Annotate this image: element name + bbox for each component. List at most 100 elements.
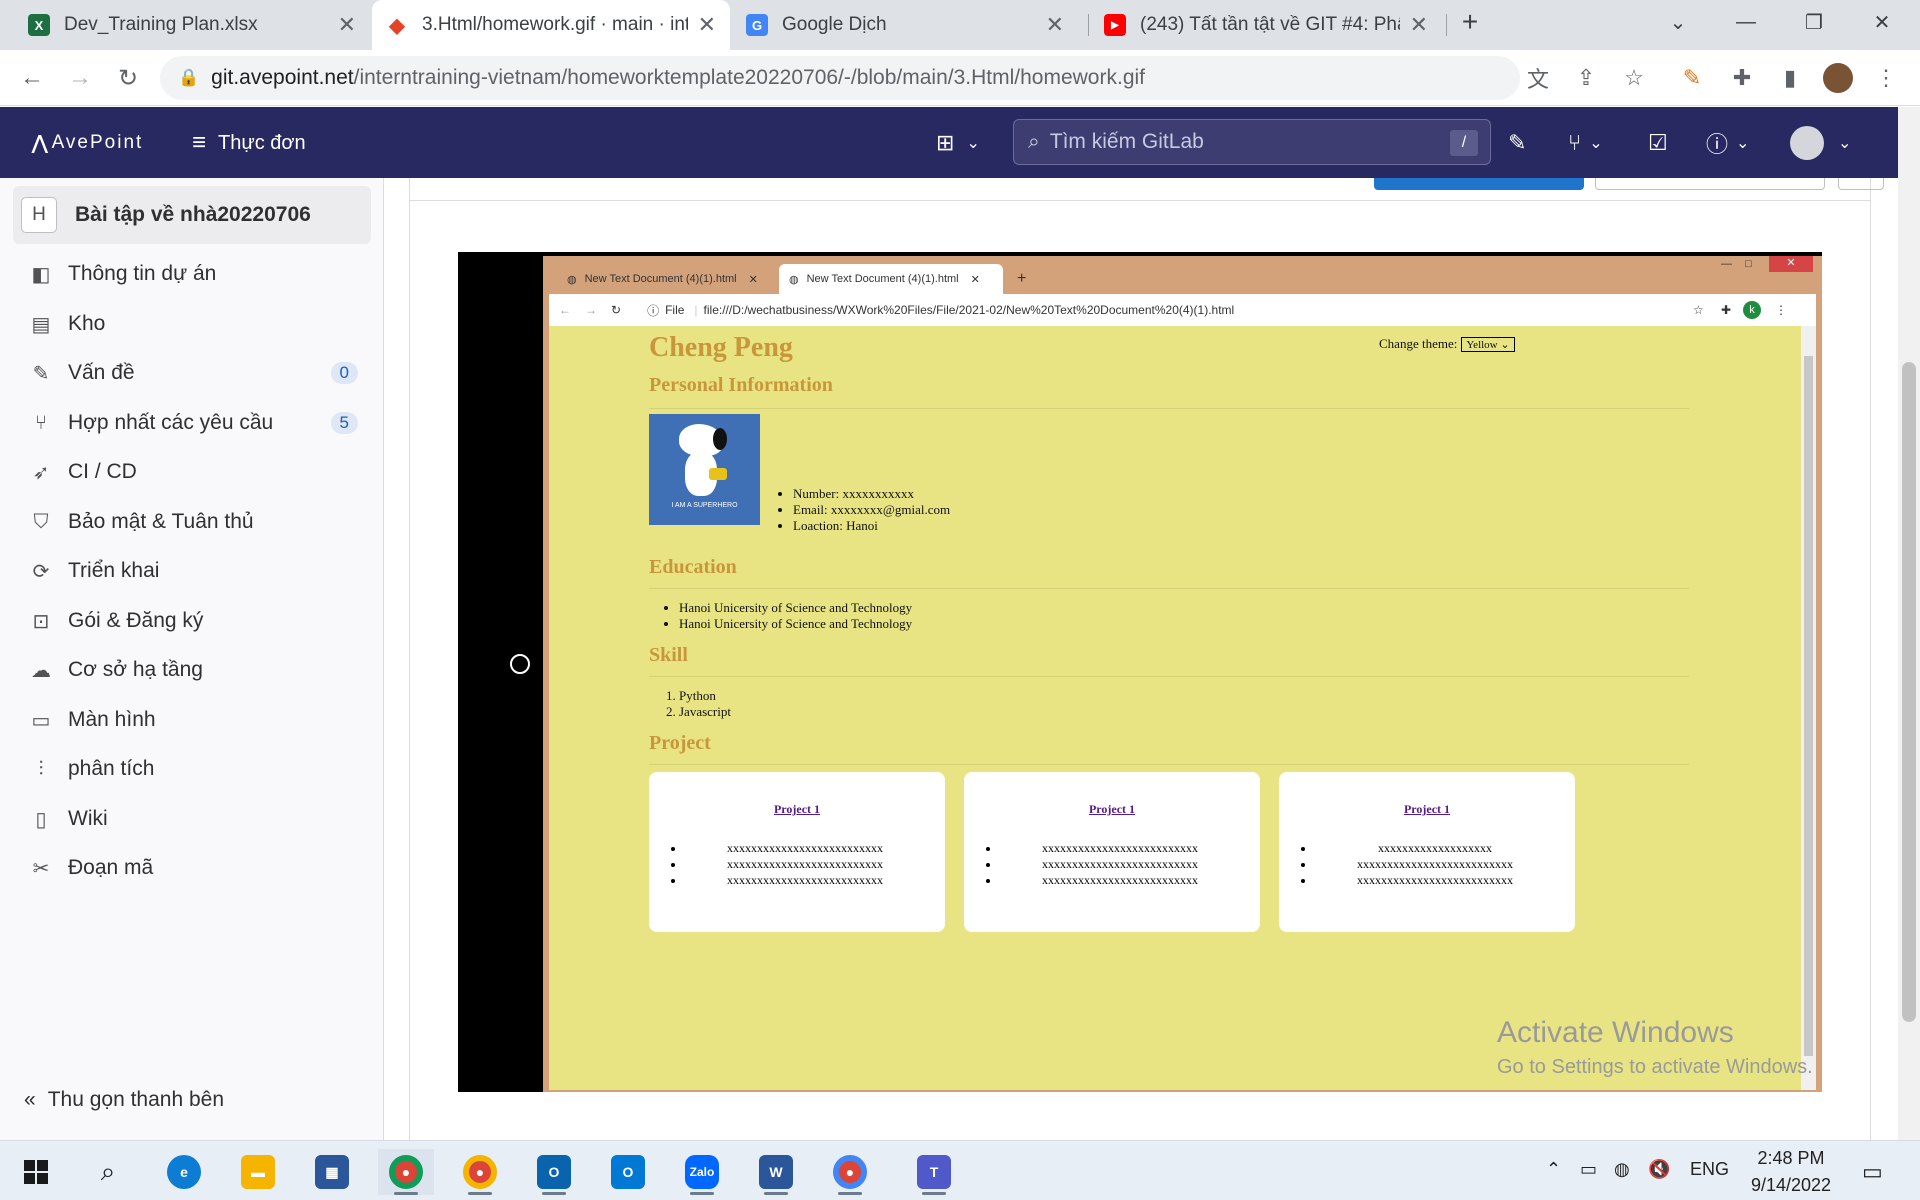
clock[interactable]: 2:48 PM 9/14/2022 [1736, 1145, 1846, 1199]
monitor-icon: ▭ [31, 709, 51, 732]
search-placeholder: Tìm kiếm GitLab [1049, 130, 1204, 153]
chrome-profile-icon[interactable]: ● [452, 1149, 508, 1195]
language-indicator[interactable]: ENG [1690, 1159, 1729, 1180]
merge-request-icon: ⑂ [35, 411, 47, 434]
browser-tab-strip: X Dev_Training Plan.xlsx ✕ ◆ 3.Html/home… [0, 0, 1920, 50]
network-icon[interactable]: ◍ [1614, 1159, 1630, 1180]
battery-icon[interactable]: ▭ [1580, 1159, 1597, 1180]
sidebar-item-repository[interactable]: ▤ Kho [28, 302, 358, 346]
close-icon[interactable]: ✕ [698, 12, 716, 38]
gif-file-label: File [665, 303, 685, 317]
window-close-button[interactable]: ✕ [1848, 0, 1916, 44]
store-icon[interactable]: ▦ [304, 1149, 360, 1195]
contact-email: Email: xxxxxxxx@gmial.com [793, 502, 950, 518]
translate-icon[interactable]: 文 [1522, 62, 1554, 94]
forward-icon[interactable]: → [62, 60, 98, 96]
sidebar-item-infrastructure[interactable]: ☁ Cơ sở hạ tầng [28, 648, 358, 692]
search-input[interactable]: ⌕ Tìm kiếm GitLab / [1013, 119, 1491, 165]
google-translate-icon: G [746, 14, 768, 36]
star-icon[interactable]: ☆ [1618, 62, 1650, 94]
project-item: xxxxxxxxxxxxxxxxxxxxxxxxxx [1315, 872, 1555, 888]
education-heading: Education [649, 556, 737, 578]
tab-google-translate[interactable]: G Google Dịch ✕ [732, 0, 1078, 50]
close-icon[interactable]: ✕ [338, 12, 356, 38]
edge-icon[interactable]: e [156, 1149, 212, 1195]
youtube-icon: ▶ [1104, 14, 1126, 36]
user-avatar[interactable]: ⌄ [1790, 126, 1851, 160]
volume-muted-icon[interactable]: 🔇 [1648, 1159, 1670, 1180]
teams-icon[interactable]: T [906, 1149, 962, 1195]
back-icon[interactable]: ← [14, 60, 50, 96]
extensions-icon[interactable]: ✚ [1726, 62, 1758, 94]
tab-search-icon[interactable]: ⌄ [1644, 0, 1712, 44]
project-title-link: Project 1 [773, 802, 821, 816]
pen-extension-icon[interactable]: ✎ [1676, 62, 1708, 94]
close-icon[interactable]: ✕ [1046, 12, 1064, 38]
homework-gif-image: ◍ New Text Document (4)(1).html ✕ ◍ New Tex… [458, 252, 1822, 1092]
side-panel-icon[interactable]: ▮ [1774, 62, 1806, 94]
url-path: /interntraining-vietnam/homeworktemplate… [353, 66, 1145, 89]
restore-button[interactable]: ❐ [1780, 0, 1848, 44]
chevron-up-icon[interactable]: ⌃ [1546, 1159, 1561, 1180]
sidebar-item-project-info[interactable]: ◧ Thông tin dự án [28, 252, 358, 296]
outlook-icon[interactable]: O [600, 1149, 656, 1195]
create-new-icon[interactable]: ⊞ ⌄ [936, 127, 980, 159]
more-actions-button[interactable] [1838, 178, 1884, 190]
sidebar-item-security[interactable]: ⛉ Bảo mật & Tuân thủ [28, 500, 358, 544]
page-scrollbar[interactable] [1898, 107, 1920, 1140]
avepoint-logo[interactable]: ⋀ AvePoint [32, 127, 143, 159]
zalo-icon[interactable]: Zalo [674, 1149, 730, 1195]
file-explorer-icon[interactable]: ▬ [230, 1149, 286, 1195]
menu-button[interactable]: ≡ Thực đơn [192, 127, 306, 159]
sidebar-item-ci-cd[interactable]: ➶ CI / CD [28, 450, 358, 494]
chrome-icon[interactable]: ● [822, 1149, 878, 1195]
collapse-sidebar-button[interactable]: « Thu gọn thanh bên [24, 1088, 224, 1112]
package-icon: ⊡ [32, 610, 50, 633]
chrome-menu-icon[interactable]: ⋮ [1870, 62, 1902, 94]
open-in-editor-button[interactable] [1374, 178, 1584, 190]
url-input[interactable]: 🔒 git.avepoint.net/interntraining-vietna… [160, 56, 1520, 100]
sidebar-item-merge-requests[interactable]: ⑂ Hợp nhất các yêu cầu 5 [28, 401, 358, 445]
profile-avatar[interactable] [1822, 62, 1854, 94]
tab-excel[interactable]: X Dev_Training Plan.xlsx ✕ [14, 0, 370, 50]
scrollbar-thumb[interactable] [1902, 362, 1916, 1022]
sidebar-item-deployments[interactable]: ⟳ Triển khai [28, 549, 358, 593]
sidebar-item-label: Bảo mật & Tuân thủ [68, 510, 254, 533]
file-actions-button-group[interactable] [1595, 178, 1825, 190]
project-item: xxxxxxxxxxxxxxxxxxxxxxxxxx [1000, 856, 1240, 872]
collapse-sidebar-label: Thu gọn thanh bên [47, 1088, 225, 1111]
reload-icon[interactable]: ↻ [110, 60, 146, 96]
project-item: xxxxxxxxxxxxxxxxxxx [1315, 840, 1555, 856]
project-item: xxxxxxxxxxxxxxxxxxxxxxxxxx [685, 856, 925, 872]
minimize-button[interactable]: — [1712, 0, 1780, 44]
word-icon[interactable]: W [748, 1149, 804, 1195]
sidebar-item-packages[interactable]: ⊡ Gói & Đăng ký [28, 599, 358, 643]
resume-name: Cheng Peng [649, 332, 793, 363]
share-icon[interactable]: ⇪ [1570, 62, 1602, 94]
chrome-icon[interactable]: ● [378, 1149, 434, 1195]
tab-youtube[interactable]: ▶ (243) Tất tần tật về GIT #4: Phân nhán… [1090, 0, 1442, 50]
sidebar-item-snippets[interactable]: ✂ Đoạn mã [28, 846, 358, 890]
repository-icon: ▤ [31, 313, 51, 336]
outlook-icon[interactable]: O [526, 1149, 582, 1195]
sidebar-item-issues[interactable]: ✎ Vấn đề 0 [28, 351, 358, 395]
sidebar-item-monitor[interactable]: ▭ Màn hình [28, 698, 358, 742]
search-icon[interactable]: ⌕ [80, 1149, 136, 1195]
sidebar-item-wiki[interactable]: ▯ Wiki [28, 797, 358, 841]
divider [649, 588, 1689, 589]
merge-requests-icon[interactable]: ⑂ ⌄ [1568, 127, 1603, 159]
theme-select: Yellow ⌄ [1461, 336, 1515, 352]
project-header[interactable]: H Bài tập về nhà20220706 [13, 186, 371, 244]
close-icon[interactable]: ✕ [1410, 12, 1428, 38]
help-icon[interactable]: ⓘ ⌄ [1706, 127, 1749, 159]
project-avatar: H [21, 197, 57, 233]
start-button[interactable] [8, 1149, 64, 1195]
clock-time: 2:48 PM [1757, 1148, 1825, 1168]
tab-gitlab[interactable]: ◆ 3.Html/homework.gif · main · interntra… [372, 0, 730, 50]
project-card: Project 1 xxxxxxxxxxxxxxxxxxx xxxxxxxxxx… [1279, 772, 1575, 932]
todo-icon[interactable]: ☑ [1648, 127, 1668, 159]
notifications-icon[interactable]: ▭ [1862, 1159, 1883, 1185]
new-tab-button[interactable]: + [1446, 0, 1494, 44]
issues-icon[interactable]: ✎ [1508, 127, 1526, 159]
sidebar-item-analytics[interactable]: ⫶ phân tích [28, 747, 358, 791]
